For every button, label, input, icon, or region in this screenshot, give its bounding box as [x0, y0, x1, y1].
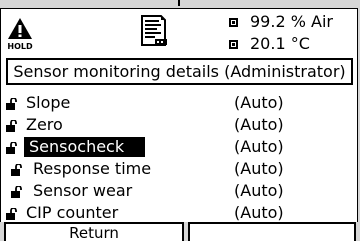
lock-open-icon	[6, 142, 17, 154]
lock-open-icon	[11, 186, 22, 198]
right-softkey[interactable]	[188, 222, 356, 241]
return-softkey[interactable]: Return	[4, 222, 184, 241]
item-value: (Auto)	[234, 159, 284, 178]
item-value: (Auto)	[234, 181, 284, 200]
hold-warning-icon: HOLD	[7, 18, 33, 51]
measurement-channel-icon	[229, 18, 238, 27]
item-label: Slope	[26, 93, 71, 112]
list-item-cip-counter[interactable]: CIP counter (Auto)	[1, 203, 357, 223]
lock-open-icon	[6, 208, 17, 220]
list-item-slope[interactable]: Slope (Auto)	[1, 93, 357, 113]
list-item-sensocheck[interactable]: Sensocheck (Auto)	[1, 137, 357, 157]
item-label: Sensor wear	[33, 181, 133, 200]
device-screen: HOLD 99.2 % Air 20.1 °C Sensor monitorin…	[0, 0, 360, 241]
list-item-zero[interactable]: Zero (Auto)	[1, 115, 357, 135]
item-label: Zero	[26, 115, 63, 134]
item-label: Response time	[33, 159, 152, 178]
lock-open-icon	[6, 98, 17, 110]
page-title: Sensor monitoring details (Administrator…	[6, 58, 353, 85]
lock-open-icon	[11, 164, 22, 176]
document-parameter-icon	[141, 15, 167, 46]
item-value: (Auto)	[234, 115, 284, 134]
item-value: (Auto)	[234, 137, 284, 156]
hold-label: HOLD	[7, 42, 33, 51]
item-value: (Auto)	[234, 93, 284, 112]
item-label-selected: Sensocheck	[24, 137, 145, 157]
top-divider	[178, 0, 180, 6]
reading-oxygen-value: 99.2 % Air	[250, 12, 333, 31]
lock-open-icon	[6, 120, 17, 132]
reading-temperature-value: 20.1 °C	[250, 34, 310, 53]
reading-temperature: 20.1 °C	[229, 34, 310, 54]
reading-oxygen: 99.2 % Air	[229, 12, 333, 32]
list-item-response-time[interactable]: Response time (Auto)	[1, 159, 357, 179]
lcd-display: HOLD 99.2 % Air 20.1 °C Sensor monitorin…	[0, 8, 358, 241]
measurement-channel-icon	[229, 40, 238, 49]
list-item-sensor-wear[interactable]: Sensor wear (Auto)	[1, 181, 357, 201]
top-strip	[0, 0, 360, 8]
item-label: CIP counter	[26, 203, 119, 222]
item-value: (Auto)	[234, 203, 284, 222]
